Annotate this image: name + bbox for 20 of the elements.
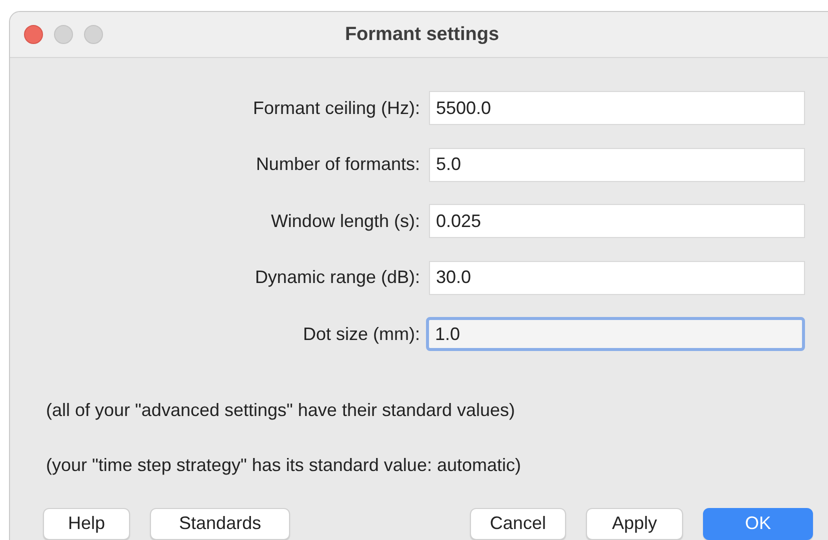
input-field[interactable]: 1.0 (426, 317, 805, 352)
dialog-button[interactable]: Apply (586, 508, 683, 540)
field-label: Formant ceiling (Hz): (252, 98, 420, 119)
dialog-button[interactable]: Standards (150, 508, 290, 540)
dialog-button[interactable]: Cancel (470, 508, 566, 540)
info-text: (your "time step strategy" has its standard value: automatic) (45, 454, 522, 477)
close-button[interactable] (24, 25, 43, 44)
field-label: Dynamic range (dB): (254, 267, 420, 288)
field-label: Dot size (mm): (302, 324, 420, 345)
input-field[interactable]: 5.0 (429, 148, 805, 182)
zoom-button[interactable] (84, 25, 103, 44)
field-label: Window length (s): (270, 210, 420, 232)
input-field[interactable]: 0.025 (429, 204, 805, 238)
dialog-button[interactable]: Help (43, 508, 130, 540)
minimize-button[interactable] (54, 25, 73, 44)
input-field[interactable]: 5500.0 (429, 91, 805, 126)
window-title: Formant settings (344, 24, 500, 46)
field-label: Number of formants: (254, 154, 420, 176)
info-text: (all of your "advanced settings" have their standard values) (45, 398, 516, 422)
input-field[interactable]: 30.0 (429, 260, 805, 295)
